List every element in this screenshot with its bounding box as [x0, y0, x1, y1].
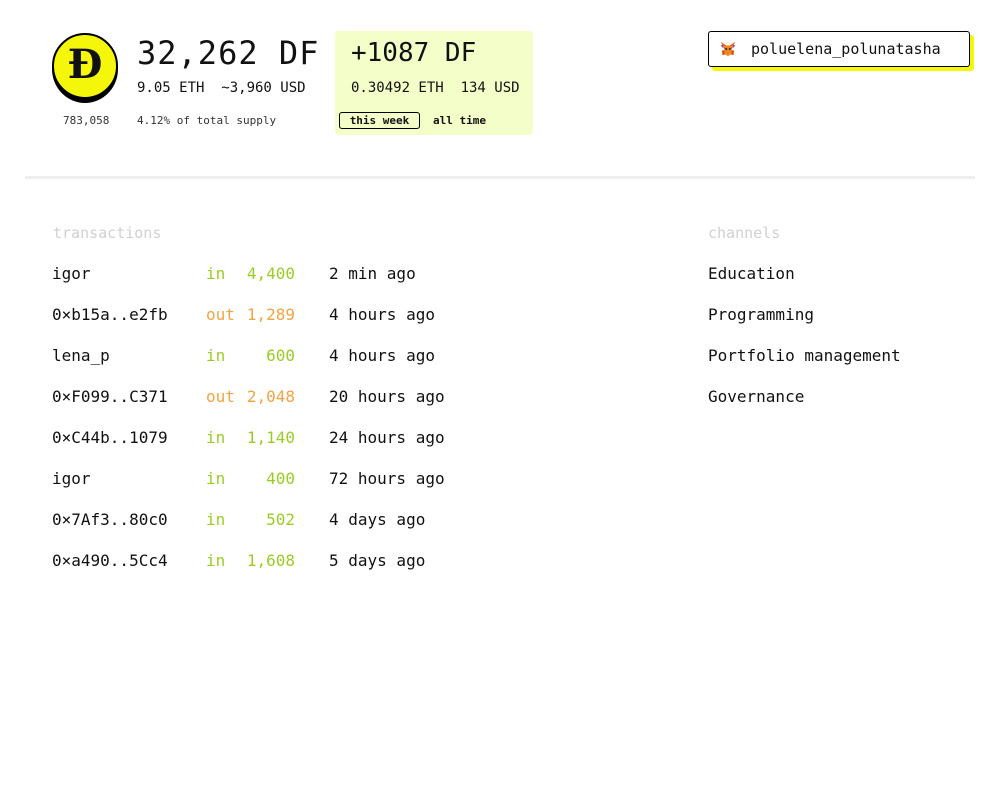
transaction-amount: 1,289: [246, 305, 295, 324]
header-divider: [25, 176, 975, 179]
transaction-amount: 4,400: [246, 264, 295, 283]
transaction-amount: 2,048: [246, 387, 295, 406]
transaction-amount: 502: [266, 510, 295, 529]
channels-list: Education Programming Portfolio management…: [708, 262, 901, 426]
username: poluelena_polunatasha: [751, 40, 941, 58]
transaction-party: igor: [52, 469, 91, 488]
transaction-time: 20 hours ago: [329, 387, 445, 406]
balance-df: 32,262 DF: [137, 34, 320, 72]
channel-item[interactable]: Portfolio management: [708, 344, 901, 385]
transaction-direction: out: [206, 387, 235, 406]
transaction-time: 4 days ago: [329, 510, 426, 529]
transaction-row[interactable]: 0×C44b..1079 in 1,140 24 hours ago: [52, 426, 492, 467]
transaction-party: igor: [52, 264, 91, 283]
transaction-row[interactable]: 0×a490..5Cc4 in 1,608 5 days ago: [52, 549, 492, 590]
transaction-direction: out: [206, 305, 235, 324]
transaction-amount: 1,140: [246, 428, 295, 447]
transaction-direction: in: [206, 510, 226, 529]
logo-letter: Ð: [67, 41, 103, 88]
transaction-direction: in: [206, 264, 226, 283]
channel-item[interactable]: Programming: [708, 303, 901, 344]
transaction-row[interactable]: 0×7Af3..80c0 in 502 4 days ago: [52, 508, 492, 549]
transaction-direction: in: [206, 469, 226, 488]
supply-percentage: 4.12% of total supply: [137, 114, 277, 127]
transactions-title: transactions: [53, 224, 162, 242]
transaction-row[interactable]: lena_p in 600 4 hours ago: [52, 344, 492, 385]
transaction-direction: in: [206, 346, 226, 365]
user-account-button[interactable]: poluelena_polunatasha: [708, 31, 970, 67]
transaction-time: 4 hours ago: [329, 305, 435, 324]
transactions-list: igor in 4,400 2 min ago 0×b15a..e2fb out 1,289…: [52, 262, 492, 590]
transaction-time: 4 hours ago: [329, 346, 435, 365]
weekly-eth-usd: 0.30492 ETH 134 USD: [351, 80, 520, 96]
transaction-time: 72 hours ago: [329, 469, 445, 488]
transaction-party: 0×b15a..e2fb: [52, 305, 168, 324]
channel-item[interactable]: Education: [708, 262, 901, 303]
transaction-row[interactable]: 0×b15a..e2fb out 1,289 4 hours ago: [52, 303, 492, 344]
transaction-direction: in: [206, 551, 226, 570]
transaction-party: 0×F099..C371: [52, 387, 168, 406]
transaction-direction: in: [206, 428, 226, 447]
supply-count: 783,058: [63, 114, 110, 127]
transaction-amount: 600: [266, 346, 295, 365]
transaction-party: 0×7Af3..80c0: [52, 510, 168, 529]
tab-all-time[interactable]: all time: [433, 112, 486, 129]
balance-eth-usd: 9.05 ETH ~3,960 USD: [137, 80, 306, 96]
transaction-party: 0×a490..5Cc4: [52, 551, 168, 570]
transaction-time: 5 days ago: [329, 551, 426, 570]
transaction-time: 24 hours ago: [329, 428, 445, 447]
transaction-amount: 1,608: [246, 551, 295, 570]
weekly-df: +1087 DF: [351, 38, 477, 68]
channels-title: channels: [708, 224, 781, 242]
transaction-amount: 400: [266, 469, 295, 488]
tab-this-week[interactable]: this week: [339, 112, 420, 129]
transaction-row[interactable]: igor in 4,400 2 min ago: [52, 262, 492, 303]
metamask-fox-icon: [720, 41, 736, 57]
df-coin-icon: Ð: [52, 33, 118, 99]
transaction-row[interactable]: igor in 400 72 hours ago: [52, 467, 492, 508]
df-logo: Ð: [52, 33, 118, 103]
transaction-party: 0×C44b..1079: [52, 428, 168, 447]
transaction-time: 2 min ago: [329, 264, 416, 283]
transaction-party: lena_p: [52, 346, 110, 365]
transaction-row[interactable]: 0×F099..C371 out 2,048 20 hours ago: [52, 385, 492, 426]
channel-item[interactable]: Governance: [708, 385, 901, 426]
